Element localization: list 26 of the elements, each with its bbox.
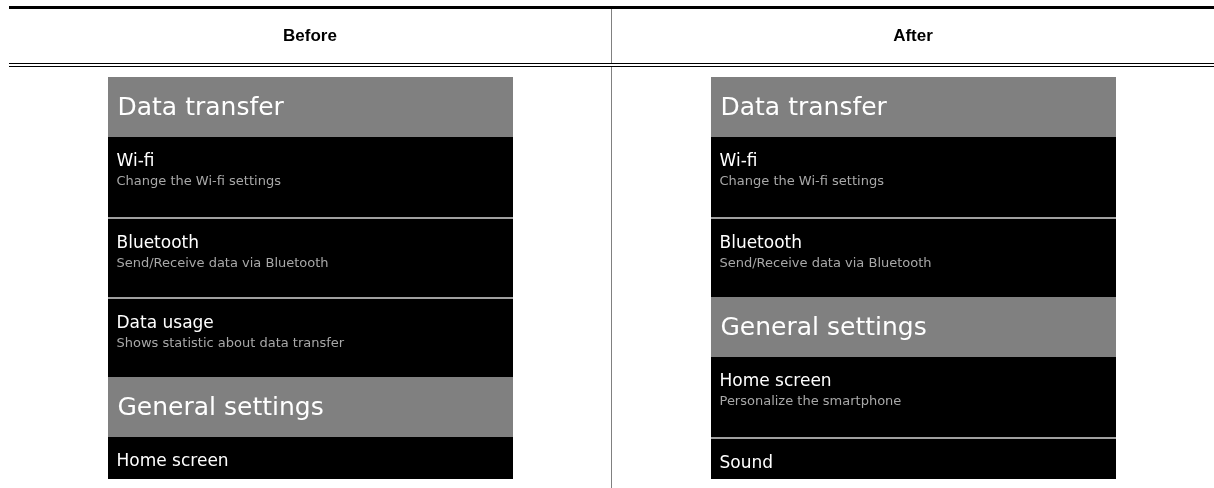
list-item[interactable]: Home screen Personalize the smartphone: [710, 357, 1116, 437]
column-header: Before: [283, 26, 337, 46]
item-title: Home screen: [719, 369, 833, 391]
item-title: Sound: [719, 451, 775, 473]
list-item[interactable]: Sound: [710, 437, 1116, 479]
section-heading: General settings: [710, 297, 1116, 357]
item-title: Bluetooth: [116, 231, 201, 253]
section-heading: Data transfer: [710, 77, 1116, 137]
list-item[interactable]: Wi-fi Change the Wi-fi settings: [710, 137, 1116, 217]
item-title: Wi-fi: [719, 149, 759, 171]
item-description: Shows statistic about data transfer: [116, 334, 346, 352]
item-description: Send/Receive data via Bluetooth: [719, 254, 933, 272]
list-item[interactable]: Bluetooth Send/Receive data via Bluetooth: [107, 217, 513, 297]
item-title: Home screen: [116, 449, 230, 471]
item-description: Send/Receive data via Bluetooth: [116, 254, 330, 272]
column-header: After: [893, 26, 933, 46]
item-description: Change the Wi-fi settings: [719, 172, 885, 190]
list-item[interactable]: Home screen: [107, 437, 513, 479]
item-description: Personalize the smartphone: [719, 392, 903, 410]
section-heading: Data transfer: [107, 77, 513, 137]
item-description: Change the Wi-fi settings: [116, 172, 282, 190]
item-title: Data usage: [116, 311, 215, 333]
section-heading: General settings: [107, 377, 513, 437]
item-title: Bluetooth: [719, 231, 804, 253]
list-item[interactable]: Wi-fi Change the Wi-fi settings: [107, 137, 513, 217]
item-title: Wi-fi: [116, 149, 156, 171]
